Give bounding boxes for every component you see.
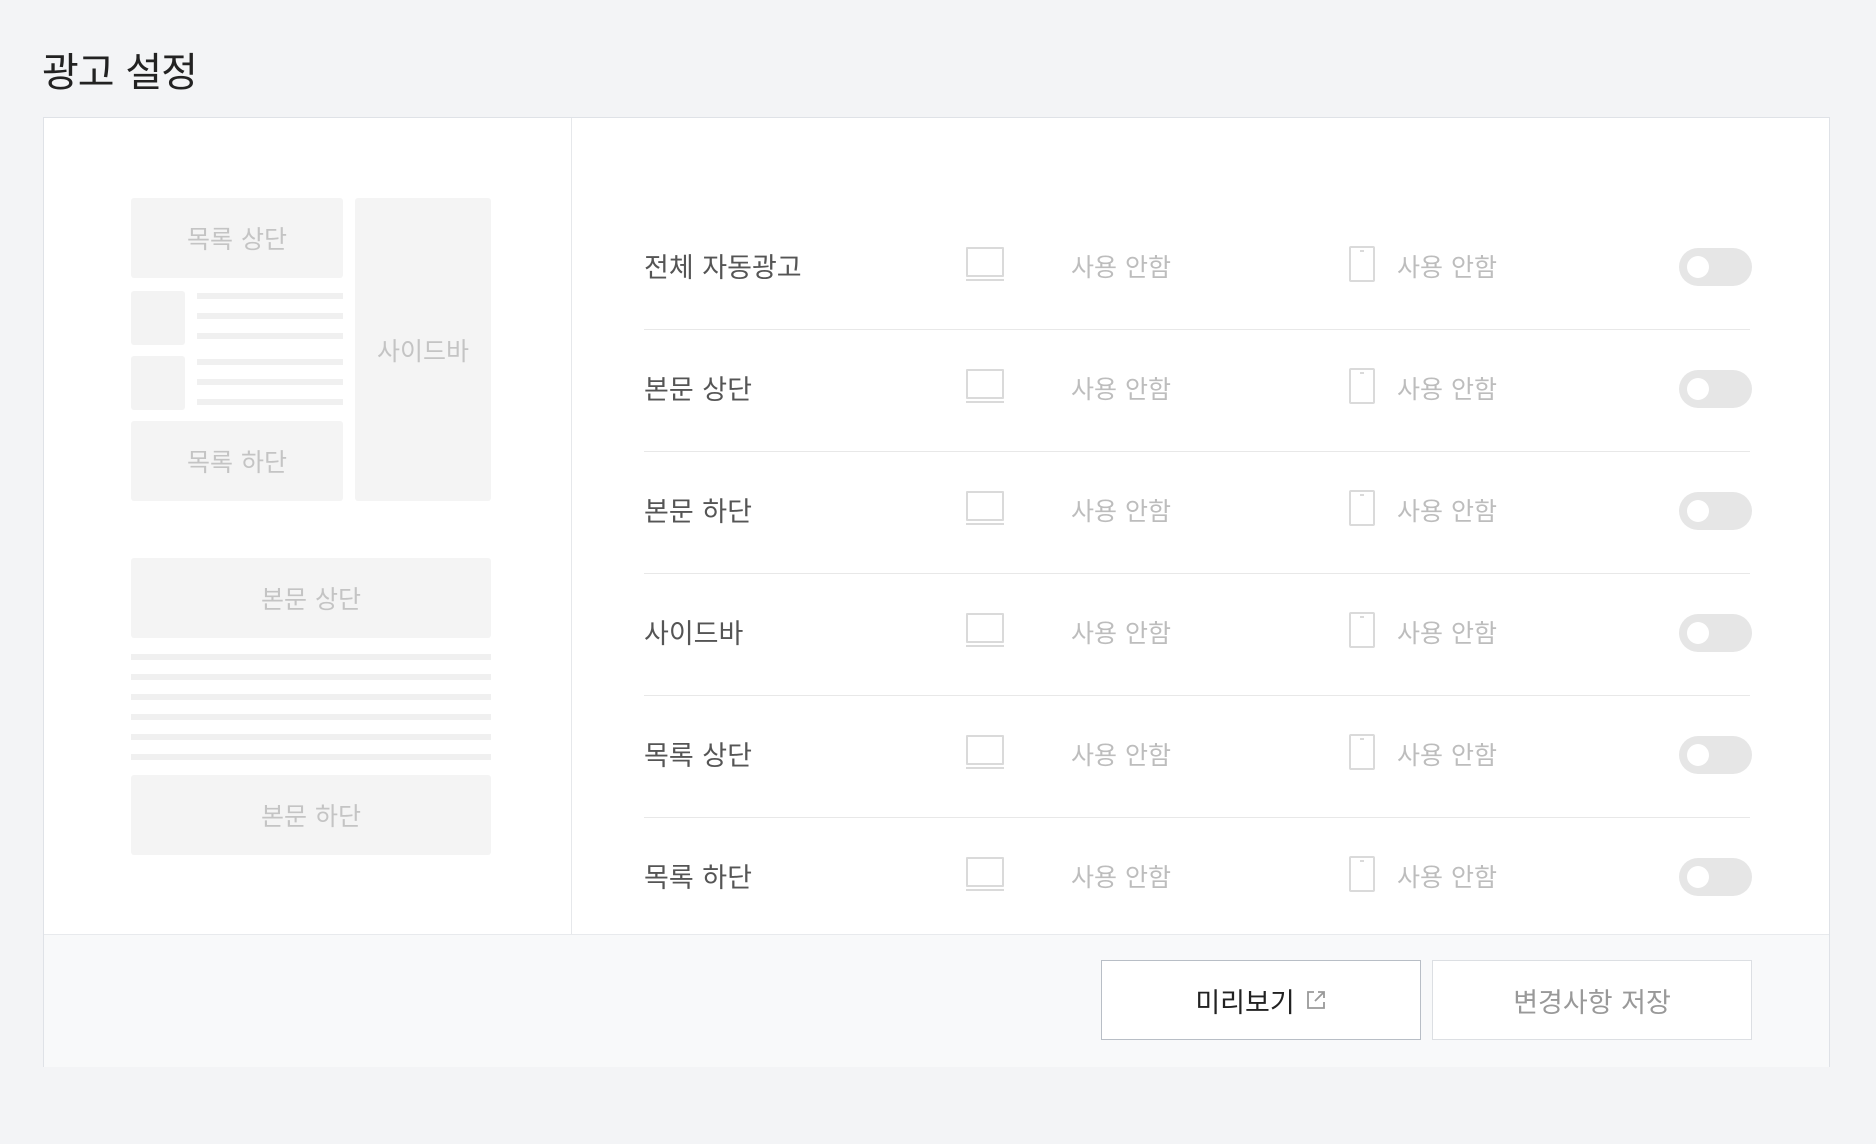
smartphone-icon (1349, 856, 1375, 892)
page-title: 광고 설정 (42, 50, 198, 96)
preview-line (197, 313, 343, 319)
preview-button[interactable]: 미리보기 (1101, 960, 1421, 1040)
mobile-status: 사용 안함 (1397, 253, 1497, 282)
toggle-switch[interactable] (1679, 614, 1752, 652)
ad-row-body-top: 본문 상단 사용 안함 사용 안함 (644, 330, 1752, 452)
toggle-switch[interactable] (1679, 736, 1752, 774)
smartphone-icon (1349, 368, 1375, 404)
preview-button-label: 미리보기 (1195, 987, 1295, 1019)
toggle-switch[interactable] (1679, 370, 1752, 408)
preview-line (131, 694, 491, 700)
preview-line (131, 754, 491, 760)
preview-sidebar: 사이드바 (355, 198, 491, 501)
preview-thumbnail (131, 291, 185, 345)
row-label: 전체 자동광고 (644, 253, 802, 284)
mobile-status: 사용 안함 (1397, 619, 1497, 648)
preview-list-bottom: 목록 하단 (131, 421, 343, 501)
mobile-status: 사용 안함 (1397, 375, 1497, 404)
pc-status: 사용 안함 (1071, 375, 1171, 404)
toggle-switch[interactable] (1679, 248, 1752, 286)
pc-status: 사용 안함 (1071, 253, 1171, 282)
mobile-status: 사용 안함 (1397, 863, 1497, 892)
ad-slot-list: 전체 자동광고 사용 안함 사용 안함 본문 상단 사용 안함 사용 안함 본문… (644, 208, 1752, 940)
preview-line (197, 379, 343, 385)
row-label: 목록 상단 (644, 741, 752, 772)
ad-row-auto: 전체 자동광고 사용 안함 사용 안함 (644, 208, 1752, 330)
monitor-icon (966, 491, 1004, 525)
monitor-icon (966, 857, 1004, 891)
preview-thumbnail (131, 356, 185, 410)
monitor-icon (966, 613, 1004, 647)
save-changes-button[interactable]: 변경사항 저장 (1432, 960, 1752, 1040)
monitor-icon (966, 247, 1004, 281)
ad-row-sidebar: 사이드바 사용 안함 사용 안함 (644, 574, 1752, 696)
ad-layout-preview: 목록 상단 목록 하단 사이드바 본문 상단 본문 하단 (44, 118, 572, 934)
monitor-icon (966, 735, 1004, 769)
smartphone-icon (1349, 246, 1375, 282)
preview-line (197, 359, 343, 365)
preview-list-top: 목록 상단 (131, 198, 343, 278)
row-label: 목록 하단 (644, 863, 752, 894)
row-label: 본문 하단 (644, 497, 752, 528)
mobile-status: 사용 안함 (1397, 741, 1497, 770)
ad-row-list-top: 목록 상단 사용 안함 사용 안함 (644, 696, 1752, 818)
pc-status: 사용 안함 (1071, 863, 1171, 892)
external-link-icon (1306, 991, 1325, 1009)
row-label: 본문 상단 (644, 375, 752, 406)
toggle-switch[interactable] (1679, 492, 1752, 530)
row-label: 사이드바 (644, 619, 744, 650)
ad-row-body-bottom: 본문 하단 사용 안함 사용 안함 (644, 452, 1752, 574)
smartphone-icon (1349, 490, 1375, 526)
smartphone-icon (1349, 734, 1375, 770)
smartphone-icon (1349, 612, 1375, 648)
monitor-icon (966, 369, 1004, 403)
preview-body-bottom: 본문 하단 (131, 775, 491, 855)
pc-status: 사용 안함 (1071, 497, 1171, 526)
mobile-status: 사용 안함 (1397, 497, 1497, 526)
preview-line (197, 333, 343, 339)
preview-line (131, 734, 491, 740)
preview-line (197, 399, 343, 405)
preview-line (131, 654, 491, 660)
preview-line (131, 714, 491, 720)
pc-status: 사용 안함 (1071, 741, 1171, 770)
preview-line (197, 293, 343, 299)
pc-status: 사용 안함 (1071, 619, 1171, 648)
preview-body-top: 본문 상단 (131, 558, 491, 638)
ad-settings-panel: 목록 상단 목록 하단 사이드바 본문 상단 본문 하단 전체 자동광고 사용 … (43, 117, 1830, 1067)
toggle-switch[interactable] (1679, 858, 1752, 896)
ad-row-list-bottom: 목록 하단 사용 안함 사용 안함 (644, 818, 1752, 940)
preview-line (131, 674, 491, 680)
